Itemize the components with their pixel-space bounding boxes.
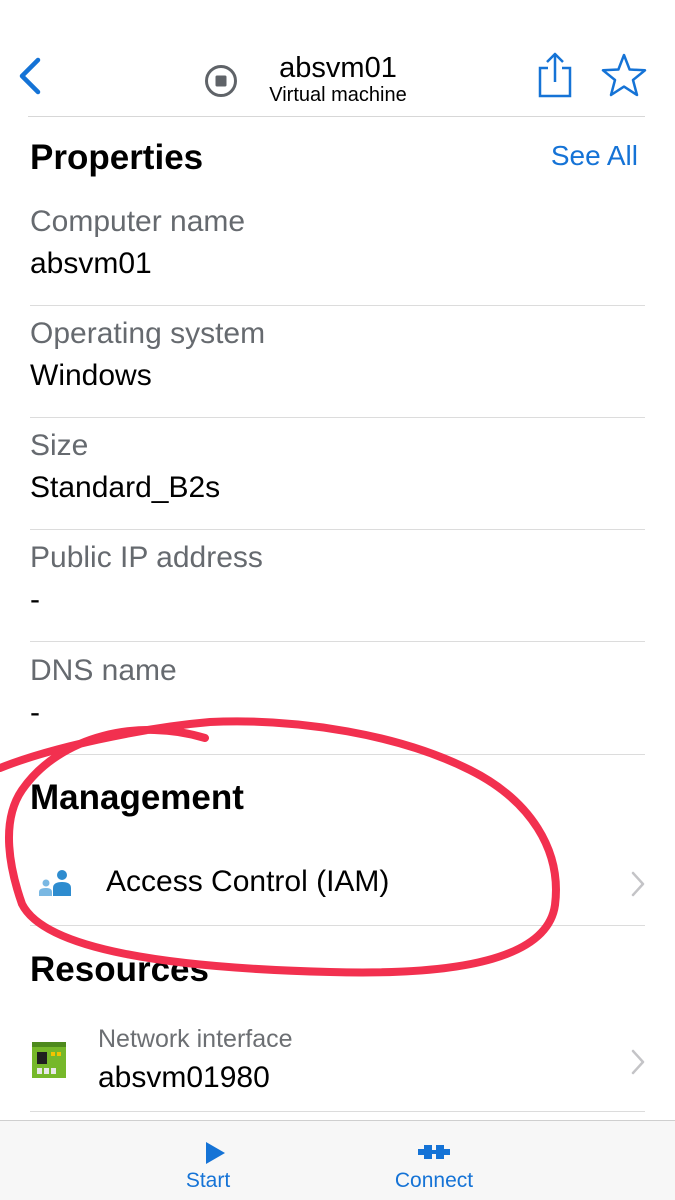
- access-control-label: Access Control (IAM): [106, 865, 390, 898]
- chevron-right-icon: [631, 1049, 645, 1075]
- property-value: -: [30, 583, 40, 616]
- divider: [30, 641, 645, 642]
- connect-button[interactable]: Connect: [380, 1121, 488, 1200]
- divider: [30, 1111, 645, 1112]
- network-interface-row[interactable]: Network interface absvm01980: [30, 1012, 645, 1112]
- bottom-toolbar: Start Connect: [0, 1120, 675, 1200]
- title-block: absvm01 Virtual machine: [200, 52, 460, 112]
- property-row-computer-name: Computer name absvm01: [30, 194, 645, 306]
- stop-circle-icon: [205, 65, 237, 97]
- property-label: Computer name: [30, 205, 246, 238]
- favorite-button[interactable]: [600, 52, 648, 98]
- header-divider: [28, 116, 645, 117]
- properties-heading: Properties: [30, 138, 204, 177]
- share-button[interactable]: [534, 50, 576, 100]
- property-value: Standard_B2s: [30, 471, 221, 504]
- property-value: absvm01: [30, 247, 152, 280]
- vm-detail-screen: absvm01 Virtual machine Properties See A…: [0, 0, 675, 1200]
- property-label: DNS name: [30, 654, 177, 687]
- property-row-operating-system: Operating system Windows: [30, 306, 645, 418]
- property-label: Public IP address: [30, 541, 263, 574]
- property-row-size: Size Standard_B2s: [30, 418, 645, 530]
- management-heading: Management: [30, 778, 244, 817]
- property-row-public-ip: Public IP address -: [30, 530, 645, 642]
- nav-header: absvm01 Virtual machine: [0, 0, 675, 118]
- divider: [30, 925, 645, 926]
- start-label: Start: [185, 1169, 231, 1192]
- property-row-dns-name: DNS name -: [30, 643, 645, 755]
- property-value: Windows: [30, 359, 152, 392]
- resource-type-label: Network interface: [98, 1025, 293, 1053]
- page-subtitle: Virtual machine: [269, 84, 407, 106]
- access-control-row[interactable]: Access Control (IAM): [30, 842, 645, 926]
- network-card-icon: [32, 1042, 66, 1078]
- see-all-link[interactable]: See All: [520, 138, 638, 174]
- share-icon: [538, 52, 572, 98]
- back-button[interactable]: [12, 52, 48, 100]
- connect-label: Connect: [394, 1169, 474, 1192]
- property-value: -: [30, 696, 40, 729]
- property-label: Size: [30, 429, 89, 462]
- star-icon: [601, 53, 647, 97]
- resources-heading: Resources: [30, 950, 209, 989]
- resource-name: absvm01980: [98, 1061, 270, 1094]
- property-label: Operating system: [30, 317, 266, 350]
- page-title: absvm01: [279, 52, 397, 84]
- play-icon: [206, 1142, 225, 1164]
- chevron-right-icon: [631, 871, 645, 897]
- start-button[interactable]: Start: [168, 1121, 248, 1200]
- divider: [30, 754, 645, 755]
- chevron-left-icon: [19, 57, 41, 95]
- connect-icon: [418, 1145, 450, 1159]
- users-icon: [39, 870, 71, 896]
